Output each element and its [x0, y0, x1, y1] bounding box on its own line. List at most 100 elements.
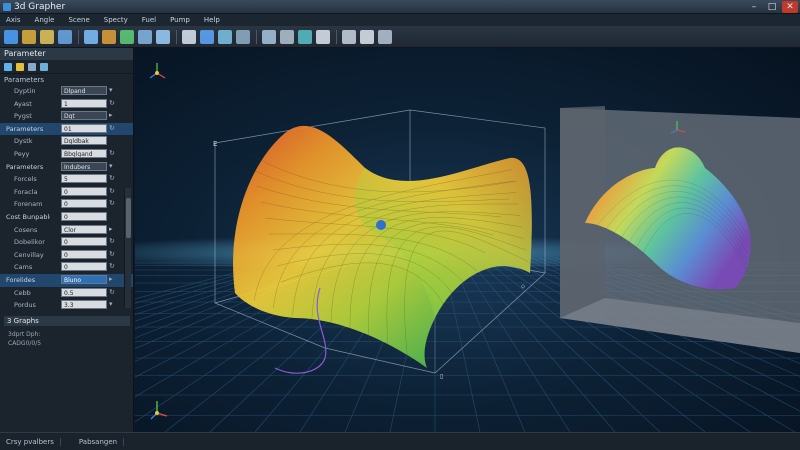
menu-item[interactable]: Angle [35, 16, 55, 24]
save-icon[interactable] [40, 29, 54, 44]
property-value-field[interactable]: Dgldbak [61, 136, 107, 146]
minimize-button[interactable]: – [746, 1, 762, 13]
property-value-field[interactable]: 0 [61, 249, 107, 259]
property-value-field[interactable]: 0 [61, 211, 107, 221]
property-control-icon[interactable]: ↻ [109, 262, 117, 271]
property-control-icon[interactable]: ↻ [109, 250, 117, 259]
3d-viewport[interactable]: E ⬦ ▯ [135, 48, 800, 432]
rotate-icon[interactable] [138, 29, 152, 44]
property-value-field[interactable]: 0 [61, 199, 107, 209]
property-value-field[interactable]: Dgt [61, 111, 107, 121]
property-row[interactable]: Dyptin Dlpand ▾ [0, 85, 133, 98]
property-control-icon[interactable]: ↻ [109, 199, 117, 208]
zoom-icon[interactable] [182, 29, 196, 44]
panel-tool-icon[interactable] [28, 62, 36, 71]
panel-tool-icon[interactable] [16, 62, 24, 71]
property-label: Cebb [14, 288, 31, 297]
menu-item[interactable]: Pump [170, 16, 190, 24]
property-value-field[interactable]: 0.5 [61, 287, 107, 297]
new-file-icon[interactable] [4, 29, 18, 44]
menu-item[interactable]: Scene [68, 16, 89, 24]
menu-item[interactable]: Help [204, 16, 220, 24]
menu-item[interactable]: Fuel [142, 16, 156, 24]
property-control-icon[interactable]: ▸ [109, 275, 117, 284]
property-row[interactable]: Cams 0 ↻ [0, 261, 133, 274]
property-row[interactable]: Cenvillay 0 ↻ [0, 249, 133, 262]
open-folder-icon[interactable] [22, 29, 36, 44]
property-value-field[interactable]: Clor [61, 224, 107, 234]
menu-item[interactable]: Axis [6, 16, 21, 24]
property-value-field[interactable]: 3.3 [61, 300, 107, 310]
property-value-field[interactable]: 5 [61, 174, 107, 184]
surface-point[interactable] [376, 220, 386, 230]
zoom-window-icon[interactable] [102, 29, 116, 44]
property-control-icon[interactable]: ↻ [109, 99, 117, 108]
property-row[interactable]: Cebb 0.5 ↻ [0, 287, 133, 300]
panel-tool-icon[interactable] [40, 62, 48, 71]
property-row[interactable]: Forcels 5 ↻ [0, 173, 133, 186]
axis-marker: ▯ [440, 373, 443, 380]
property-control-icon[interactable]: ↻ [109, 149, 117, 158]
property-control-icon[interactable]: ↻ [109, 237, 117, 246]
axes-icon[interactable] [316, 29, 330, 44]
property-control-icon[interactable]: ▾ [109, 86, 117, 95]
property-row[interactable]: Cost Bunpable 0 [0, 211, 133, 224]
property-label: Ayast [14, 99, 32, 108]
link-icon[interactable] [84, 29, 98, 44]
panel-tool-icon[interactable] [4, 62, 12, 71]
property-value-field[interactable]: 01 [61, 123, 107, 133]
property-control-icon[interactable]: ↻ [109, 187, 117, 196]
property-value-field[interactable]: 0 [61, 237, 107, 247]
property-row[interactable]: Parameters 01 ↻ [0, 122, 133, 136]
property-label: Parameters [6, 124, 44, 133]
draw-icon[interactable] [120, 29, 134, 44]
maximize-button[interactable]: □ [764, 1, 780, 13]
property-value-field[interactable]: 1 [61, 98, 107, 108]
property-list: Dyptin Dlpand ▾ Ayast 1 ↻ Pygst Dgt ▸ Parameters 0… [0, 85, 133, 312]
property-control-icon[interactable]: ▸ [109, 225, 117, 234]
scrollbar-thumb[interactable] [126, 198, 131, 238]
property-control-icon[interactable]: ▾ [109, 162, 117, 171]
property-row[interactable]: Cosens Clor ▸ [0, 224, 133, 237]
panel-scrollbar[interactable] [124, 188, 131, 308]
property-control-icon[interactable]: ↻ [109, 124, 117, 133]
property-value-field[interactable]: Bluno [61, 274, 107, 284]
property-control-icon[interactable]: ▾ [109, 300, 117, 309]
menu-item[interactable]: Specty [104, 16, 128, 24]
pointer-icon[interactable] [360, 29, 374, 44]
inset-view[interactable] [560, 106, 800, 353]
property-value-field[interactable]: Dlpand [61, 86, 107, 95]
property-value-field[interactable]: 0 [61, 186, 107, 196]
grid-icon[interactable] [262, 29, 276, 44]
property-value-field[interactable]: 0 [61, 262, 107, 272]
copy-icon[interactable] [58, 29, 72, 44]
grab-icon[interactable] [156, 29, 170, 44]
property-value-field[interactable]: Indubers [61, 161, 107, 171]
viewport-canvas[interactable]: E ⬦ ▯ [135, 48, 800, 432]
brush-icon[interactable] [378, 29, 392, 44]
property-control-icon[interactable]: ▸ [109, 111, 117, 120]
property-label: Dystk [14, 137, 33, 146]
close-button[interactable]: ✕ [782, 1, 798, 13]
camera-icon[interactable] [236, 29, 250, 44]
main-surface[interactable] [233, 125, 532, 368]
property-row[interactable]: Peyy Bbqlgand ↻ [0, 148, 133, 161]
property-row[interactable]: Dystk Dgldbak [0, 135, 133, 148]
property-row[interactable]: Dobelikor 0 ↻ [0, 236, 133, 249]
property-label: Cams [14, 263, 33, 272]
arrow-down-icon[interactable] [200, 29, 214, 44]
property-row[interactable]: Forelides Bluno ▸ [0, 273, 133, 287]
property-row[interactable]: Foracla 0 ↻ [0, 186, 133, 199]
property-row[interactable]: Forenam 0 ↻ [0, 198, 133, 211]
property-control-icon[interactable]: ↻ [109, 288, 117, 297]
texture-icon[interactable] [280, 29, 294, 44]
triangle-icon[interactable] [298, 29, 312, 44]
property-row[interactable]: Parameters Indubers ▾ [0, 161, 133, 174]
property-row[interactable]: Pygst Dgt ▸ [0, 110, 133, 123]
property-control-icon[interactable]: ↻ [109, 174, 117, 183]
property-row[interactable]: Ayast 1 ↻ [0, 98, 133, 111]
compass-icon[interactable] [342, 29, 356, 44]
property-value-field[interactable]: Bbqlgand [61, 148, 107, 158]
property-row[interactable]: Pordus 3.3 ▾ [0, 299, 133, 312]
layers-icon[interactable] [218, 29, 232, 44]
